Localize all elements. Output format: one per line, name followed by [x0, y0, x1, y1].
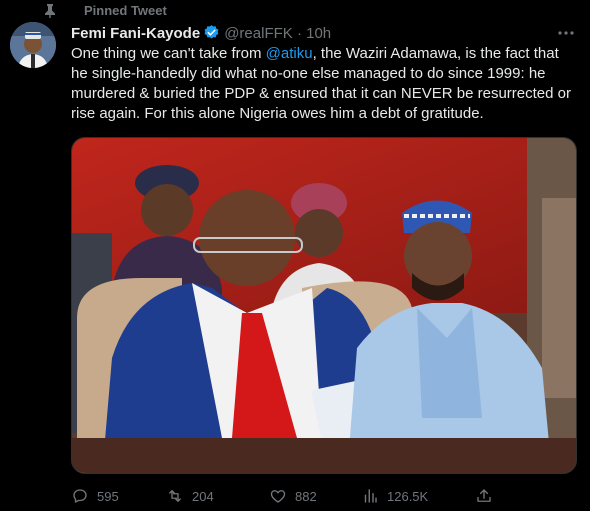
tweet-text: One thing we can't take from @atiku, the… — [71, 44, 576, 124]
separator-dot: · — [296, 25, 302, 42]
mention-link[interactable]: @atiku — [266, 45, 313, 62]
share-button[interactable] — [475, 486, 493, 506]
pin-icon — [45, 4, 55, 18]
action-bar: 595 204 882 126.5K — [71, 486, 581, 506]
retweet-button[interactable]: 204 — [166, 486, 214, 506]
more-icon[interactable] — [556, 25, 576, 41]
avatar[interactable] — [10, 22, 56, 68]
tweet-photo[interactable] — [71, 137, 577, 474]
retweet-count: 204 — [192, 488, 214, 504]
pinned-indicator: Pinned Tweet — [0, 0, 590, 22]
tweet-header: Femi Fani-Kayode @realFFK · 10h — [71, 24, 331, 44]
like-icon — [270, 490, 286, 503]
timestamp[interactable]: 10h — [306, 25, 331, 42]
views-button[interactable]: 126.5K — [361, 486, 428, 506]
avatar-image — [10, 22, 56, 68]
author-handle[interactable]: @realFFK — [224, 25, 293, 42]
author-name[interactable]: Femi Fani-Kayode — [71, 25, 200, 42]
views-count: 126.5K — [387, 488, 429, 504]
retweet-icon — [169, 490, 181, 502]
share-icon — [477, 489, 491, 502]
reply-icon — [73, 489, 87, 503]
pinned-label: Pinned Tweet — [84, 3, 167, 18]
verified-icon — [204, 25, 219, 39]
tweet-text-start: One thing we can't take from — [71, 45, 266, 62]
photo-illustration — [72, 138, 576, 473]
like-button[interactable]: 882 — [269, 486, 317, 506]
views-icon — [364, 489, 377, 503]
reply-button[interactable]: 595 — [71, 486, 119, 506]
reply-count: 595 — [97, 488, 119, 504]
like-count: 882 — [295, 488, 317, 504]
